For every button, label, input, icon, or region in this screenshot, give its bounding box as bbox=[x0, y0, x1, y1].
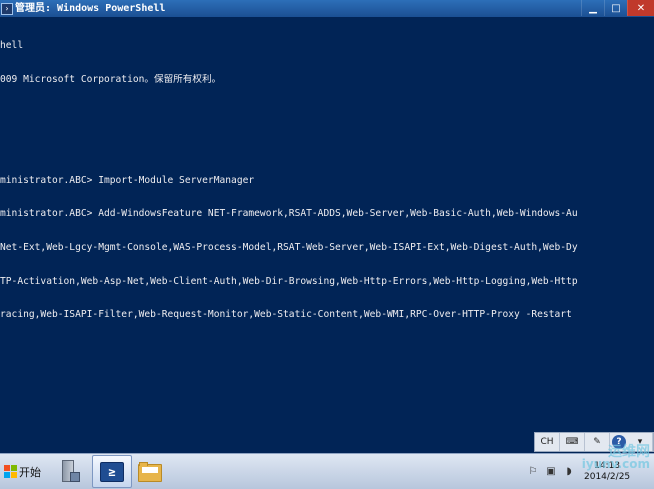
title-bar[interactable]: › 管理员: Windows PowerShell ▁ □ ✕ bbox=[0, 0, 654, 17]
start-button[interactable]: 开始 bbox=[0, 454, 44, 489]
system-tray: ⚐ ▣ ◗ 14:13 2014/2/25 bbox=[522, 454, 654, 489]
volume-icon[interactable]: ◗ bbox=[562, 465, 576, 479]
network-icon[interactable]: ▣ bbox=[544, 465, 558, 479]
close-button[interactable]: ✕ bbox=[627, 0, 654, 16]
tools-icon[interactable]: ✎ bbox=[585, 433, 610, 451]
powershell-window[interactable]: › 管理员: Windows PowerShell ▁ □ ✕ hell 009… bbox=[0, 0, 654, 453]
taskbar: 开始 ≥ ⚐ ▣ ◗ 14:13 2014/2/25 bbox=[0, 453, 654, 489]
console-line: racing,Web-ISAPI-Filter,Web-Request-Moni… bbox=[0, 309, 572, 321]
maximize-button[interactable]: □ bbox=[604, 0, 627, 16]
console-line: TP-Activation,Web-Asp-Net,Web-Client-Aut… bbox=[0, 275, 578, 287]
keyboard-icon[interactable]: ⌨ bbox=[560, 433, 585, 451]
windows-logo-icon bbox=[4, 465, 17, 478]
console-line: ministrator.ABC> Add-WindowsFeature NET-… bbox=[0, 208, 578, 220]
taskbar-server-manager[interactable] bbox=[50, 455, 90, 488]
taskbar-powershell[interactable]: ≥ bbox=[92, 455, 132, 488]
console-output[interactable]: hell 009 Microsoft Corporation。保留所有权利。 m… bbox=[0, 18, 654, 453]
start-label: 开始 bbox=[19, 465, 41, 479]
clock[interactable]: 14:13 2014/2/25 bbox=[584, 461, 630, 483]
action-center-flag-icon[interactable]: ⚐ bbox=[526, 465, 540, 479]
language-bar[interactable]: CH ⌨ ✎ ? ▾ bbox=[534, 432, 654, 452]
console-line: 009 Microsoft Corporation。保留所有权利。 bbox=[0, 74, 222, 85]
clock-time: 14:13 bbox=[594, 460, 621, 471]
powershell-icon: › bbox=[1, 2, 13, 15]
taskbar-explorer[interactable] bbox=[130, 455, 170, 488]
console-line: Net-Ext,Web-Lgcy-Mgmt-Console,WAS-Proces… bbox=[0, 241, 578, 253]
folder-icon bbox=[138, 461, 162, 482]
console-line: ministrator.ABC> Import-Module ServerMan… bbox=[0, 174, 255, 186]
window-controls: ▁ □ ✕ bbox=[581, 0, 654, 17]
help-icon[interactable]: ? bbox=[612, 435, 626, 449]
server-manager-icon bbox=[60, 459, 80, 484]
powershell-taskbar-icon: ≥ bbox=[100, 461, 124, 482]
console-line: hell bbox=[0, 40, 24, 52]
window-title: 管理员: Windows PowerShell bbox=[15, 3, 166, 14]
language-indicator[interactable]: CH bbox=[535, 433, 560, 451]
options-icon[interactable]: ▾ bbox=[628, 433, 653, 451]
clock-date: 2014/2/25 bbox=[584, 471, 631, 482]
minimize-button[interactable]: ▁ bbox=[581, 0, 604, 16]
